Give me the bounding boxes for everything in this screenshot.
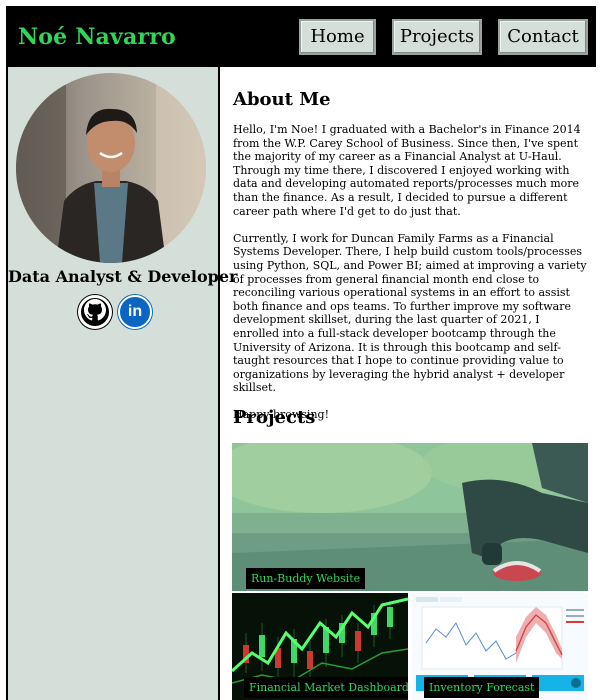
project-label[interactable]: Financial Market Dashboard: [244, 677, 408, 698]
project-label[interactable]: Run-Buddy Website: [246, 568, 366, 589]
linkedin-link[interactable]: in: [118, 295, 152, 329]
about-paragraph: Hello, I'm Noe! I graduated with a Bache…: [233, 123, 581, 218]
profile-photo: [16, 73, 206, 263]
project-card-run-buddy[interactable]: Run-Buddy Website: [232, 443, 588, 591]
about-paragraph: Currently, I work for Duncan Family Farm…: [233, 231, 587, 395]
github-icon: [84, 299, 106, 325]
site-header: Noé Navarro Home Projects Contact: [6, 6, 596, 67]
role-title: Data Analyst & Developer: [8, 267, 238, 286]
projects-heading: Projects: [233, 407, 316, 428]
social-links: in: [78, 295, 152, 329]
linkedin-icon: in: [127, 303, 143, 320]
project-card-financial-dashboard[interactable]: Financial Market Dashboard: [232, 593, 408, 700]
nav-home-button[interactable]: Home: [299, 18, 376, 55]
about-text: Hello, I'm Noe! I graduated with a Bache…: [233, 123, 587, 436]
about-heading: About Me: [233, 89, 331, 110]
profile-sidebar: Data Analyst & Developer in: [6, 67, 238, 700]
project-card-inventory-forecast[interactable]: Inventory Forecast: [412, 593, 588, 700]
main-nav: Home Projects Contact: [299, 18, 588, 55]
main-content: About Me Hello, I'm Noe! I graduated wit…: [220, 67, 598, 700]
nav-contact-button[interactable]: Contact: [498, 18, 588, 55]
nav-projects-button[interactable]: Projects: [392, 18, 482, 55]
site-title[interactable]: Noé Navarro: [18, 24, 176, 50]
project-label[interactable]: Inventory Forecast: [424, 677, 540, 698]
github-link[interactable]: [78, 295, 112, 329]
